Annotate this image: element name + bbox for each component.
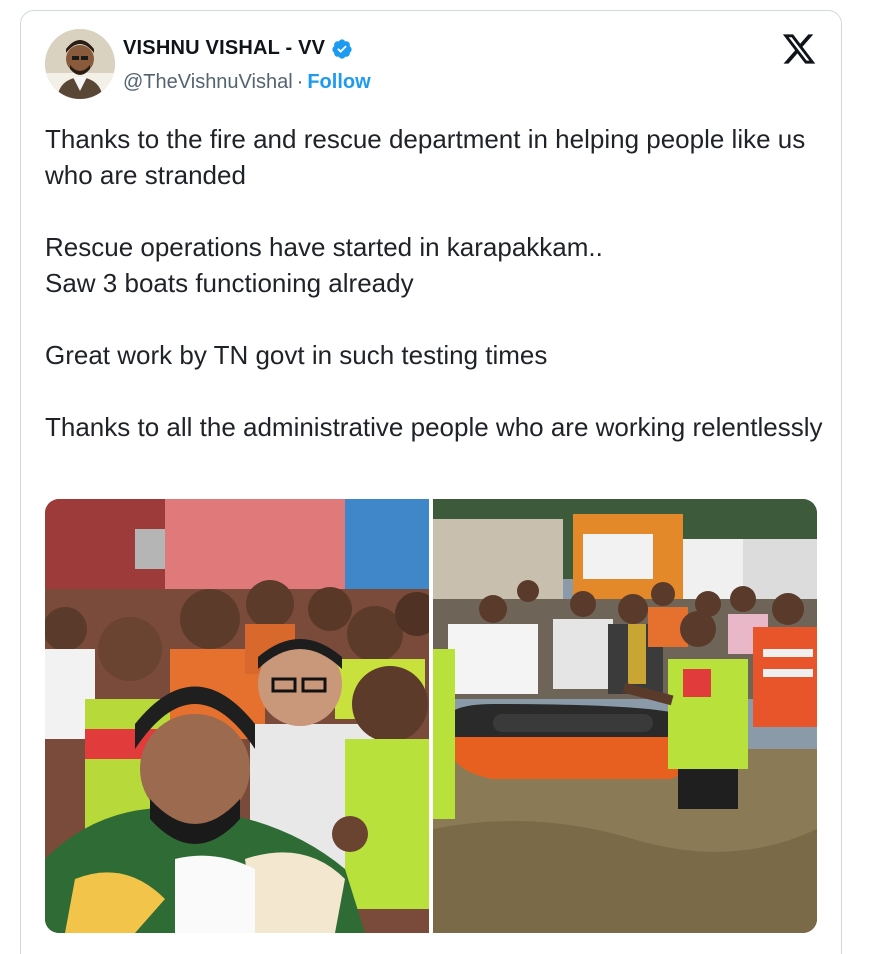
flood-rescue-boat-photo[interactable] [433,499,817,933]
tweet-card: VISHNU VISHAL - VV @TheVishnuVishal · Fo… [20,10,842,954]
tweet-text: Thanks to the fire and rescue department… [45,121,825,445]
tweet-paragraph: Thanks to all the administrative people … [45,412,823,442]
author-avatar[interactable] [45,29,115,99]
tweet-paragraph: Rescue operations have started in karapa… [45,232,603,298]
handle-separator: · [296,71,304,93]
tweet-paragraph: Great work by TN govt in such testing ti… [45,340,548,370]
tweet-paragraph: Thanks to the fire and rescue department… [45,124,806,190]
tweet-media-grid [45,499,817,933]
group-selfie-photo[interactable] [45,499,429,933]
author-name-row: VISHNU VISHAL - VV [123,37,353,60]
author-display-name[interactable]: VISHNU VISHAL - VV [123,37,325,60]
author-handle-row: @TheVishnuVishal · Follow [123,71,371,94]
x-logo-icon[interactable] [781,31,817,67]
verified-badge-icon [331,38,353,60]
follow-button[interactable]: Follow [307,71,370,94]
author-handle[interactable]: @TheVishnuVishal [123,71,293,94]
avatar-image [45,29,115,99]
